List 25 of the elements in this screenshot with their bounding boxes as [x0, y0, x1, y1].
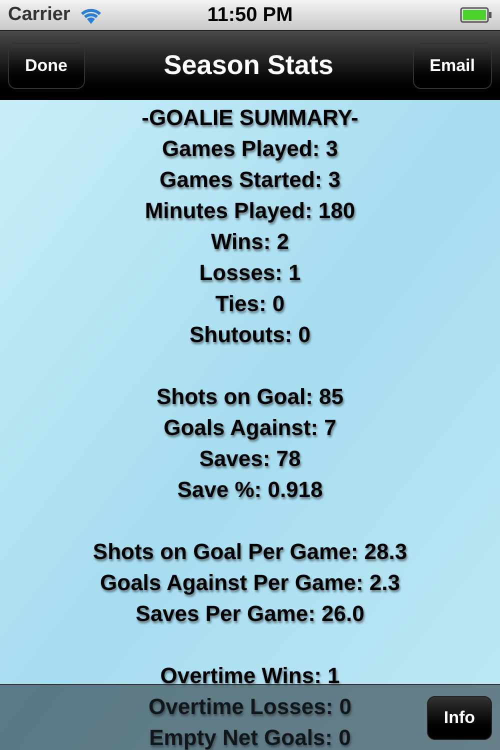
stat-line: Shots on Goal: 85	[156, 383, 344, 411]
stat-line: Overtime Wins: 1	[160, 662, 340, 690]
stat-line: Shots on Goal Per Game: 28.3	[92, 538, 408, 566]
stat-line: Saves: 78	[199, 445, 301, 473]
carrier-label: Carrier	[8, 2, 70, 27]
stat-line: Ties: 0	[215, 290, 285, 318]
battery-icon	[460, 7, 492, 23]
stat-line: Shutouts: 0	[189, 321, 310, 349]
stat-line: Empty Net Goals: 0	[149, 724, 351, 750]
stat-line: Goals Against: 7	[164, 414, 336, 442]
email-button[interactable]: Email	[412, 42, 492, 88]
stat-line: Losses: 1	[199, 259, 301, 287]
screen-title: Season Stats	[164, 49, 334, 82]
stat-line: Save %: 0.918	[177, 476, 323, 504]
done-button[interactable]: Done	[8, 42, 84, 88]
stat-line: Wins: 2	[210, 228, 289, 256]
clock: 11:50 PM	[207, 3, 293, 28]
stat-line: Minutes Played: 180	[144, 197, 356, 225]
stat-line: -GOALIE SUMMARY-	[142, 104, 358, 132]
stat-line: Goals Against Per Game: 2.3	[100, 569, 400, 597]
stat-line: Saves Per Game: 26.0	[136, 600, 364, 628]
stat-line: Games Started: 3	[160, 166, 340, 194]
stat-line: Games Played: 3	[162, 135, 338, 163]
info-button[interactable]: Info	[426, 696, 492, 740]
stat-line: Overtime Losses: 0	[148, 693, 352, 721]
